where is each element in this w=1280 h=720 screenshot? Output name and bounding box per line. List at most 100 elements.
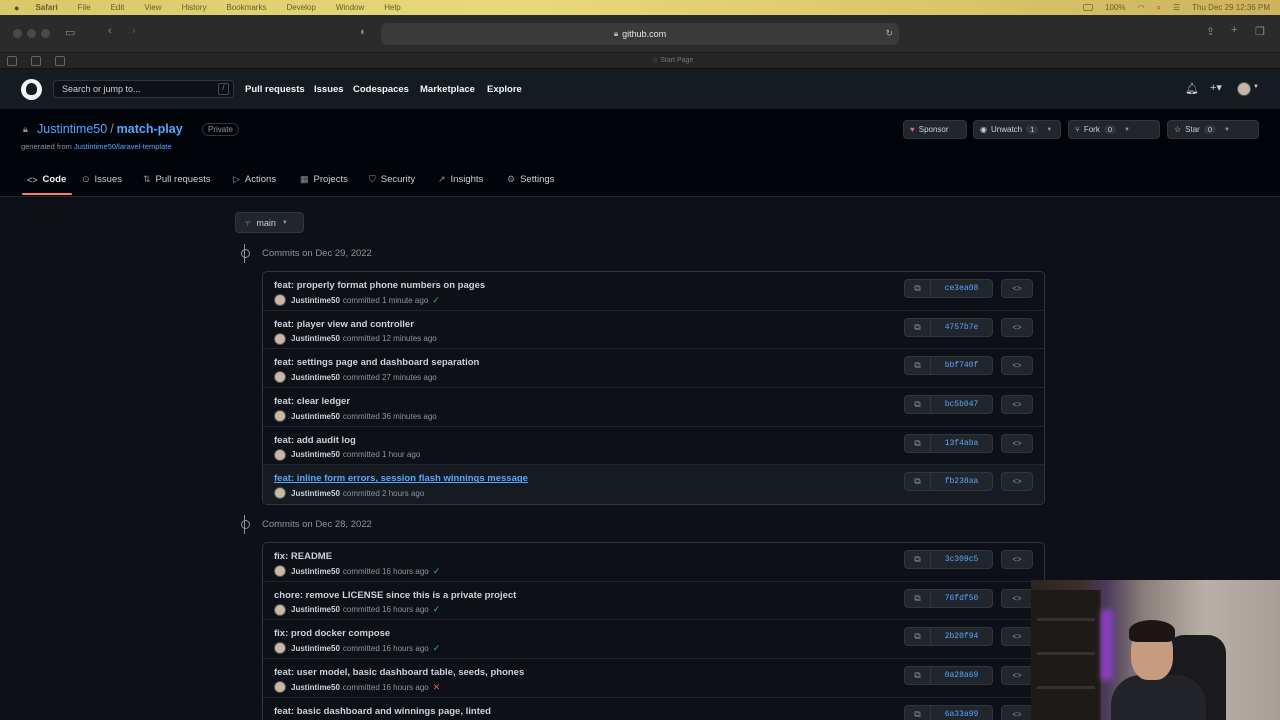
new-tab-icon[interactable]: + [1231, 24, 1237, 36]
nav-marketplace[interactable]: Marketplace [420, 84, 475, 95]
browse-code-icon[interactable]: <> [1001, 356, 1033, 376]
favorite-tile-icon[interactable] [55, 56, 65, 66]
commit-sha-link[interactable]: 13f4aba [931, 433, 993, 453]
repo-owner-link[interactable]: Justintime50 [37, 122, 107, 136]
commit-message-link[interactable]: feat: player view and controller [274, 319, 414, 330]
author-avatar[interactable] [274, 487, 286, 500]
chevron-down-icon[interactable]: ▼ [1253, 84, 1259, 90]
start-page-link[interactable]: ☆ Start Page [652, 56, 693, 64]
commit-sha-link[interactable]: 2b20f94 [931, 627, 993, 647]
plus-dropdown-icon[interactable]: +▾ [1210, 81, 1222, 94]
commit-sha-link[interactable]: 76fdf50 [931, 588, 993, 608]
browse-code-icon[interactable]: <> [1001, 666, 1033, 686]
commit-message-link[interactable]: feat: add audit log [274, 435, 356, 446]
commit-author[interactable]: Justintime50 [291, 644, 340, 653]
privacy-shield-icon[interactable]: ◐ [360, 26, 367, 38]
commit-message-link[interactable]: fix: prod docker compose [274, 628, 390, 639]
commit-message-link[interactable]: chore: remove LICENSE since this is a pr… [274, 590, 516, 601]
browse-code-icon[interactable]: <> [1001, 433, 1033, 453]
tab-issues[interactable]: ⊙ Issues [82, 174, 122, 185]
browse-code-icon[interactable]: <> [1001, 279, 1033, 298]
wifi-icon[interactable]: ◠ [1138, 3, 1145, 12]
address-bar[interactable]: 🔒︎ github.com ↻ [381, 23, 899, 45]
nav-codespaces[interactable]: Codespaces [353, 84, 409, 95]
copy-sha-icon[interactable]: ⧉ [904, 550, 931, 569]
menu-help[interactable]: Help [384, 3, 400, 12]
browse-code-icon[interactable]: <> [1001, 550, 1033, 569]
copy-sha-icon[interactable]: ⧉ [904, 433, 931, 453]
search-spotlight-icon[interactable]: ⌕ [1157, 3, 1161, 13]
author-avatar[interactable] [274, 448, 286, 461]
sidebar-toggle-icon[interactable]: ▭ [65, 26, 75, 39]
commit-sha-link[interactable]: ce3ea08 [931, 279, 993, 298]
commit-sha-link[interactable]: 0a28a69 [931, 666, 993, 686]
commit-author[interactable]: Justintime50 [291, 412, 340, 421]
copy-sha-icon[interactable]: ⧉ [904, 588, 931, 608]
commit-author[interactable]: Justintime50 [291, 683, 340, 692]
branch-selector[interactable]: ⑂ main ▼ [235, 212, 304, 233]
commit-message-link[interactable]: feat: user model, basic dashboard table,… [274, 667, 524, 678]
tab-overview-icon[interactable]: ❐ [1255, 25, 1265, 38]
reload-icon[interactable]: ↻ [885, 28, 893, 39]
favorite-tile-icon[interactable] [7, 56, 17, 66]
tab-settings[interactable]: ⚙ Settings [507, 174, 554, 185]
search-input[interactable]: Search or jump to... / [53, 80, 234, 98]
commit-message-link[interactable]: fix: README [274, 551, 332, 562]
tab-security[interactable]: ⛉ Security [369, 174, 415, 185]
browse-code-icon[interactable]: <> [1001, 317, 1033, 337]
menu-edit[interactable]: Edit [111, 3, 125, 12]
commit-message-link[interactable]: feat: basic dashboard and winnings page,… [274, 706, 491, 717]
menu-clock[interactable]: Thu Dec 29 12:36 PM [1192, 3, 1270, 12]
copy-sha-icon[interactable]: ⧉ [904, 666, 931, 686]
star-button[interactable]: ☆ Star 0 ▼ [1167, 120, 1259, 139]
fork-button[interactable]: ⑂ Fork 0 ▼ [1068, 120, 1160, 139]
battery-icon[interactable] [1083, 4, 1094, 11]
author-avatar[interactable] [274, 371, 286, 384]
menu-file[interactable]: File [78, 3, 91, 12]
copy-sha-icon[interactable]: ⧉ [904, 395, 931, 415]
commit-author[interactable]: Justintime50 [291, 489, 340, 498]
commit-author[interactable]: Justintime50 [291, 373, 340, 382]
sponsor-button[interactable]: ♥ Sponsor [903, 120, 967, 139]
commit-author[interactable]: Justintime50 [291, 605, 340, 614]
browse-code-icon[interactable]: <> [1001, 395, 1033, 415]
copy-sha-icon[interactable]: ⧉ [904, 317, 931, 337]
menu-develop[interactable]: Develop [286, 3, 315, 12]
tab-projects[interactable]: ▦ Projects [300, 174, 348, 185]
commit-author[interactable]: Justintime50 [291, 567, 340, 576]
commit-sha-link[interactable]: 4757b7e [931, 317, 993, 337]
menu-view[interactable]: View [144, 3, 161, 12]
browse-code-icon[interactable]: <> [1001, 627, 1033, 647]
copy-sha-icon[interactable]: ⧉ [904, 356, 931, 376]
github-favorite-icon[interactable] [31, 56, 41, 66]
menu-app-name[interactable]: Safari [35, 3, 57, 12]
commit-author[interactable]: Justintime50 [291, 296, 340, 305]
commit-message-link[interactable]: feat: properly format phone numbers on p… [274, 280, 485, 291]
github-logo-icon[interactable] [21, 79, 42, 100]
window-close-button[interactable] [13, 29, 22, 38]
commit-sha-link[interactable]: bbf740f [931, 356, 993, 376]
commit-message-link[interactable]: feat: settings page and dashboard separa… [274, 357, 479, 368]
author-avatar[interactable] [274, 410, 286, 423]
check-icon[interactable]: ✓ [432, 295, 440, 306]
apple-menu-icon[interactable]: ● [14, 3, 19, 13]
copy-sha-icon[interactable]: ⧉ [904, 627, 931, 647]
tab-pull-requests[interactable]: ⇅ Pull requests [143, 174, 210, 185]
author-avatar[interactable] [274, 294, 286, 306]
menu-bookmarks[interactable]: Bookmarks [226, 3, 266, 12]
author-avatar[interactable] [274, 642, 286, 655]
author-avatar[interactable] [274, 681, 286, 694]
author-avatar[interactable] [274, 565, 286, 577]
user-avatar[interactable] [1237, 82, 1251, 96]
window-minimize-button[interactable] [27, 29, 36, 38]
nav-explore[interactable]: Explore [487, 84, 522, 95]
unwatch-button[interactable]: ◉ Unwatch 1 ▼ [973, 120, 1061, 139]
repo-name-link[interactable]: match-play [117, 122, 183, 136]
bell-icon[interactable]: 🔔︎ [1185, 82, 1199, 95]
browse-code-icon[interactable]: <> [1001, 472, 1033, 492]
commit-sha-link[interactable]: 3c309c5 [931, 550, 993, 569]
nav-pull-requests[interactable]: Pull requests [245, 84, 305, 95]
commit-sha-link[interactable]: fb238aa [931, 472, 993, 492]
forward-arrow-icon[interactable]: › [132, 25, 136, 37]
commit-author[interactable]: Justintime50 [291, 334, 340, 343]
